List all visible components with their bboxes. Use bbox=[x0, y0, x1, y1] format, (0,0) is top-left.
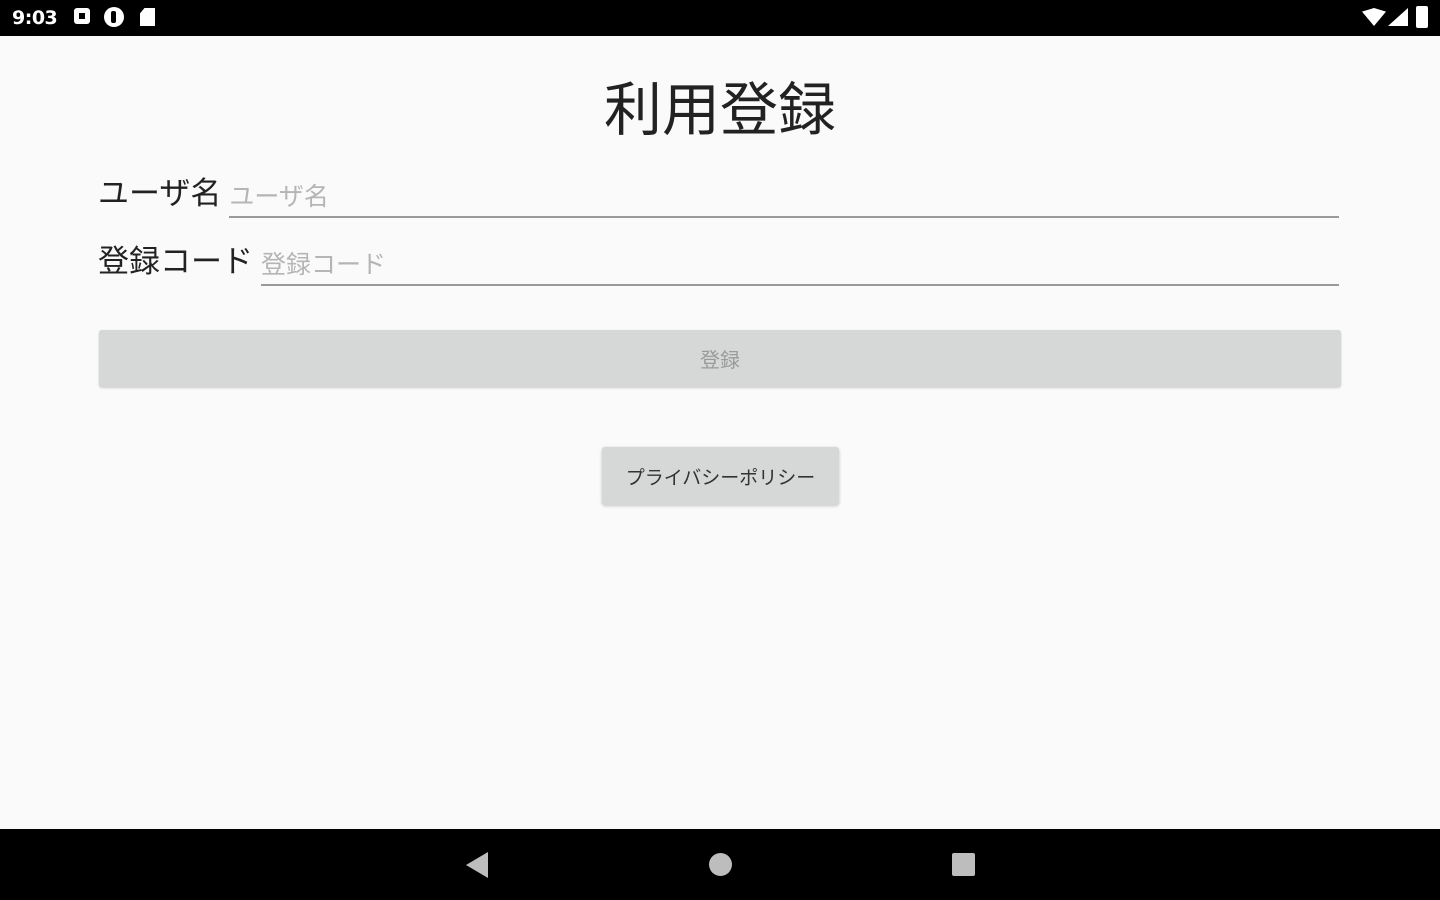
signal-icon bbox=[1388, 8, 1408, 26]
registration-code-input[interactable] bbox=[261, 244, 1339, 286]
navigation-bar bbox=[0, 829, 1440, 900]
username-label: ユーザ名 bbox=[98, 176, 222, 212]
recents-icon[interactable] bbox=[952, 853, 975, 876]
privacy-policy-button[interactable]: プライバシーポリシー bbox=[602, 447, 839, 505]
status-time: 9:03 bbox=[12, 7, 58, 29]
registration-code-row: 登録コード bbox=[98, 240, 1339, 286]
sd-card-icon bbox=[140, 8, 155, 26]
wifi-icon bbox=[1362, 8, 1386, 26]
battery-icon bbox=[1416, 6, 1428, 28]
notification-icon bbox=[74, 8, 90, 24]
home-icon[interactable] bbox=[709, 853, 732, 876]
notification-icon bbox=[104, 7, 124, 27]
username-input[interactable] bbox=[229, 176, 1339, 218]
back-icon[interactable] bbox=[466, 852, 488, 878]
register-button[interactable]: 登録 bbox=[99, 330, 1341, 387]
registration-code-label: 登録コード bbox=[98, 244, 253, 280]
username-row: ユーザ名 bbox=[98, 172, 1339, 218]
status-bar: 9:03 bbox=[0, 0, 1440, 36]
page-title: 利用登録 bbox=[603, 76, 836, 144]
